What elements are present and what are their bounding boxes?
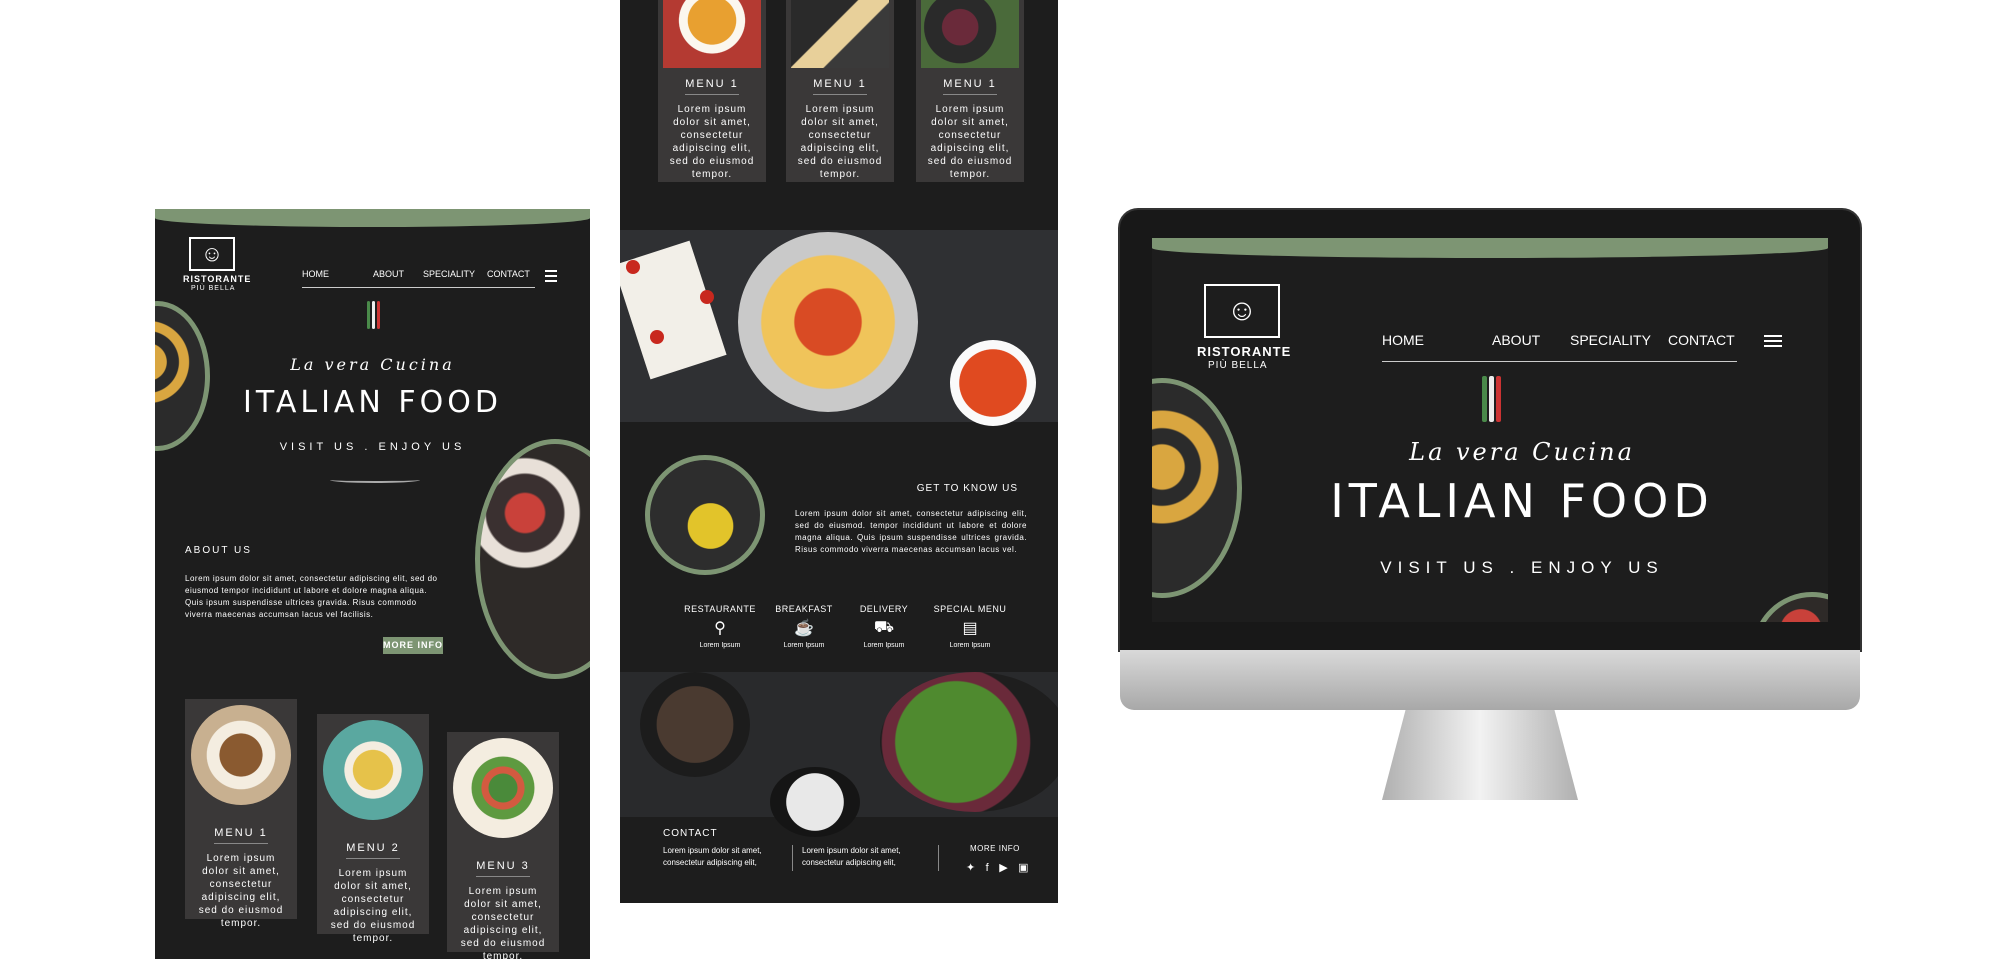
brand-name: RISTORANTE [1197, 344, 1292, 359]
beetroot-photo [921, 0, 1019, 68]
nav-about[interactable]: ABOUT [373, 269, 404, 279]
screen-top-accent [1152, 238, 1828, 258]
feature-title: BREAKFAST [775, 604, 833, 614]
hero-script: La vera Cucina [1409, 438, 1635, 466]
menu-icon[interactable] [1764, 335, 1782, 350]
feature-label: Lorem Ipsum [863, 642, 905, 649]
nav-about[interactable]: ABOUT [1492, 332, 1540, 348]
feature-label: Lorem Ipsum [949, 642, 991, 649]
nav-contact[interactable]: CONTACT [1668, 332, 1735, 348]
brand-sub: PIÙ BELLA [191, 285, 236, 292]
menu-card-mid-3[interactable]: MENU 1 Lorem ipsum dolor sit amet, conse… [916, 0, 1024, 182]
more-info-button[interactable]: MORE INFO [383, 637, 443, 654]
nav-home[interactable]: HOME [1382, 332, 1424, 348]
menu-card-text: Lorem ipsum dolor sit amet, consectetur … [797, 104, 883, 180]
menu-card-2[interactable]: MENU 2 Lorem ipsum dolor sit amet, conse… [317, 714, 429, 944]
nav-home[interactable]: HOME [302, 269, 329, 279]
hero-title: ITALIAN FOOD [242, 385, 502, 420]
menu-card-title: MENU 1 [943, 78, 997, 95]
get-to-know-heading: GET TO KNOW US [916, 483, 1018, 494]
brand-name: RISTORANTE [183, 274, 252, 284]
contact-heading: CONTACT [663, 828, 718, 839]
menu-card-title: MENU 2 [346, 842, 400, 859]
blog-icon[interactable]: ▣ [1018, 861, 1028, 874]
italian-flag-icon [367, 301, 382, 329]
cutlery-icon: ⚲ [714, 620, 726, 637]
italian-flag-icon [1482, 376, 1503, 422]
nav-speciality[interactable]: SPECIALITY [1570, 332, 1651, 348]
nav-speciality[interactable]: SPECIALITY [423, 269, 475, 279]
nav-underline [1382, 361, 1737, 362]
get-to-know-text: Lorem ipsum dolor sit amet, consectetur … [795, 509, 1027, 554]
nav-underline [302, 287, 535, 288]
pasta-photo-left [155, 301, 210, 451]
menu-card-title: MENU 1 [214, 827, 268, 844]
menu-card-title: MENU 3 [476, 860, 530, 877]
monitor-screen: ☺ RISTORANTE PIÙ BELLA HOME ABOUT SPECIA… [1152, 238, 1828, 622]
mortar-photo [645, 455, 765, 575]
spaghetti-banner-photo [620, 230, 1058, 426]
feature-title: RESTAURANTE [684, 604, 756, 614]
feature-special-menu: SPECIAL MENU ▤ Lorem Ipsum [930, 604, 1010, 649]
pasta-photo [663, 0, 761, 68]
menu-card-title: MENU 1 [813, 78, 867, 95]
spaghetti-plate-photo [191, 705, 291, 805]
feature-delivery: DELIVERY ⛟ Lorem Ipsum [844, 604, 924, 649]
menu-card-mid-2[interactable]: MENU 1 Lorem ipsum dolor sit amet, conse… [786, 0, 894, 182]
feature-label: Lorem Ipsum [699, 642, 741, 649]
contact-col1: Lorem ipsum dolor sit amet, consectetur … [663, 846, 762, 867]
monitor: ☺ RISTORANTE PIÙ BELLA HOME ABOUT SPECIA… [1120, 210, 1860, 810]
feature-breakfast: BREAKFAST ☕ Lorem Ipsum [764, 604, 844, 649]
menu-card-text: Lorem ipsum dolor sit amet, consectetur … [198, 853, 284, 929]
chef-logo-icon: ☺ [189, 237, 235, 271]
menu-card-title: MENU 1 [685, 78, 739, 95]
salad-plate-photo [453, 738, 553, 838]
menu-card-text: Lorem ipsum dolor sit amet, consectetur … [460, 886, 546, 959]
monitor-chin [1120, 650, 1860, 710]
gnocchi-plate-photo [323, 720, 423, 820]
spices-banner-photo [620, 672, 1058, 837]
menu-card-text: Lorem ipsum dolor sit amet, consectetur … [330, 868, 416, 944]
tomato-board-photo [475, 439, 590, 679]
contact-divider-1 [792, 845, 793, 871]
pasta-photo-left [1152, 378, 1242, 598]
ingredients-photo [791, 0, 889, 68]
chef-logo-icon: ☺ [1204, 284, 1280, 338]
menu-icon: ▤ [962, 620, 978, 637]
brand-sub: PIÙ BELLA [1208, 360, 1268, 371]
about-text: Lorem ipsum dolor sit amet, consectetur … [185, 574, 438, 619]
feature-title: SPECIAL MENU [933, 604, 1007, 614]
feature-title: DELIVERY [859, 604, 909, 614]
nav-contact[interactable]: CONTACT [487, 269, 530, 279]
feature-restaurante: RESTAURANTE ⚲ Lorem Ipsum [680, 604, 760, 649]
hero-title: ITALIAN FOOD [1330, 474, 1714, 528]
truck-icon: ⛟ [873, 619, 895, 636]
facebook-icon[interactable]: f [986, 862, 989, 874]
contact-col2: Lorem ipsum dolor sit amet, consectetur … [802, 846, 901, 867]
about-heading: ABOUT US [185, 545, 252, 556]
social-icons: ✦ f ▶ ▣ [960, 858, 1029, 876]
twitter-icon[interactable]: ✦ [966, 861, 975, 874]
menu-card-mid-1[interactable]: MENU 1 Lorem ipsum dolor sit amet, conse… [658, 0, 766, 182]
menu-icon[interactable] [545, 270, 557, 285]
ornament-divider [330, 477, 420, 483]
menu-card-text: Lorem ipsum dolor sit amet, consectetur … [669, 104, 755, 180]
hero-script: La vera Cucina [290, 355, 455, 374]
menu-card-1[interactable]: MENU 1 Lorem ipsum dolor sit amet, conse… [185, 699, 297, 929]
youtube-icon[interactable]: ▶ [999, 861, 1007, 874]
contact-more-info: MORE INFO [970, 844, 1020, 853]
hero-tagline: VISIT US . ENJOY US [1380, 558, 1664, 577]
top-accent-bar [155, 209, 590, 227]
tomato-photo-right [1752, 592, 1828, 622]
menu-card-3[interactable]: MENU 3 Lorem ipsum dolor sit amet, conse… [447, 732, 559, 959]
middle-mockup: MENU 1 Lorem ipsum dolor sit amet, conse… [620, 0, 1058, 903]
feature-label: Lorem Ipsum [783, 642, 825, 649]
coffee-icon: ☕ [794, 620, 814, 637]
contact-divider-2 [938, 845, 939, 871]
menu-card-text: Lorem ipsum dolor sit amet, consectetur … [927, 104, 1013, 180]
monitor-stand [1382, 710, 1578, 800]
left-mockup: ☺ RISTORANTE PIÙ BELLA HOME ABOUT SPECIA… [155, 209, 590, 959]
